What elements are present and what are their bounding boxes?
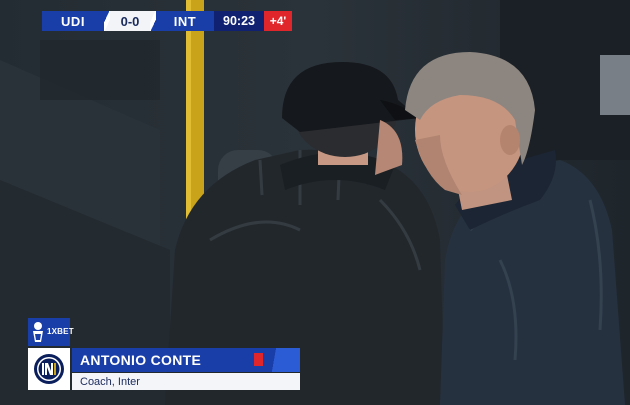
added-time-badge: +4' xyxy=(264,11,292,31)
role-bar: Coach, Inter xyxy=(72,373,300,390)
person-role: Coach, Inter xyxy=(80,375,140,388)
red-card-icon xyxy=(254,353,263,366)
club-badge xyxy=(28,348,70,390)
video-frame: UDI 0-0 INT 90:23 +4' 1XBET ANTONIO CONT… xyxy=(0,0,630,405)
away-team-label: INT xyxy=(156,11,214,31)
serie-a-logo-icon xyxy=(33,322,43,342)
name-bar-stripe xyxy=(264,348,300,372)
background-light xyxy=(600,55,630,115)
person-name: ANTONIO CONTE xyxy=(80,352,202,368)
score-display: 0-0 xyxy=(110,11,150,31)
match-clock: 90:23 xyxy=(214,11,264,31)
name-bar: ANTONIO CONTE xyxy=(72,348,300,372)
scoreboard: UDI 0-0 INT 90:23 +4' xyxy=(42,11,292,31)
league-badge: 1XBET xyxy=(28,318,74,346)
match-scene xyxy=(0,0,630,405)
home-team-label: UDI xyxy=(42,11,104,31)
inter-crest-icon xyxy=(34,354,64,384)
sponsor-label: 1XBET xyxy=(47,327,74,336)
